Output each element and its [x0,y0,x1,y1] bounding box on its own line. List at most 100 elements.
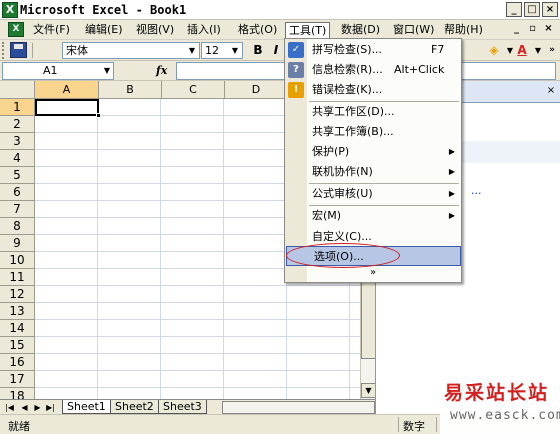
horizontal-scrollbar[interactable] [222,401,375,414]
menu-tools[interactable]: 工具(T) [285,22,331,39]
toolbar-grip[interactable] [2,42,6,59]
formula-bar: A1 ▼ fx [0,61,560,81]
maximize-button[interactable]: □ [524,2,540,17]
status-ready: 就绪 [8,420,30,433]
toolbar-options-icon[interactable]: » [544,43,560,58]
menu-item-research[interactable]: ? 信息检索(R)... Alt+Click [285,60,461,80]
row-header[interactable]: 10 [0,252,35,269]
name-box[interactable]: A1 ▼ [2,62,114,80]
menu-item-shortcut: Alt+Click [394,63,445,76]
menu-item-label: 联机协作(N) [312,165,373,178]
menu-item-formula-auditing[interactable]: 公式审核(U) ▶ [285,184,461,204]
prev-sheet-icon[interactable]: ◀ [19,401,30,414]
research-icon: ? [288,62,304,78]
row-header[interactable]: 15 [0,337,35,354]
row-header[interactable]: 11 [0,269,35,286]
fill-handle[interactable] [96,113,101,118]
sheet-tab-sheet3[interactable]: Sheet3 [158,400,207,414]
row-header[interactable]: 14 [0,320,35,337]
doc-minimize-button[interactable]: _ [510,23,523,36]
menu-item-shortcut: F7 [431,43,445,56]
watermark-title: 易采站长站 [444,382,550,404]
menu-data[interactable]: 数据(D) [338,22,383,39]
column-header[interactable]: B [99,81,162,99]
select-all-corner[interactable] [0,81,35,99]
watermark-url: www.easck.com [450,408,560,423]
menu-insert[interactable]: 插入(I) [184,22,224,39]
row-header[interactable]: 17 [0,371,35,388]
menu-window[interactable]: 窗口(W) [390,22,437,39]
status-num-mode: 数字 [403,420,425,433]
column-header[interactable]: C [162,81,225,99]
status-separator [398,417,399,432]
italic-button[interactable]: I [268,43,284,58]
column-header[interactable]: D [225,81,288,99]
submenu-arrow-icon: ▶ [448,211,455,220]
excel-app-icon[interactable]: X [2,2,18,18]
column-header[interactable]: A [35,81,99,99]
menu-item-label: 公式审核(U) [312,187,373,200]
menu-item-shared-workspace[interactable]: 共享工作区(D)... [285,102,461,122]
row-header[interactable]: 9 [0,235,35,252]
annotation-ellipse [286,243,400,268]
menu-item-macro[interactable]: 宏(M) ▶ [285,206,461,226]
menu-item-online-collaboration[interactable]: 联机协作(N) ▶ [285,162,461,182]
row-header[interactable]: 7 [0,201,35,218]
row-header[interactable]: 8 [0,218,35,235]
menu-edit[interactable]: 编辑(E) [82,22,126,39]
menu-format[interactable]: 格式(O) [235,22,280,39]
fill-color-icon[interactable]: ◈ [486,43,502,58]
next-sheet-icon[interactable]: ▶ [32,401,43,414]
menu-item-label: 信息检索(R)... [312,63,383,76]
formatting-toolbar: 宋体 ▼ 12 ▼ B I ◈ ▼ A ▼ » [0,40,560,61]
menu-item-share-workbook[interactable]: 共享工作簿(B)... [285,122,461,142]
row-header[interactable]: 2 [0,116,35,133]
active-cell-a1[interactable] [35,99,99,116]
close-icon[interactable]: × [545,85,557,97]
bold-button[interactable]: B [250,43,266,58]
menu-item-error-check[interactable]: ! 错误检查(K)... [285,80,461,100]
workbook-icon[interactable]: X [8,22,24,37]
menu-item-label: 保护(P) [312,145,350,158]
scroll-down-icon[interactable]: ▼ [361,383,376,398]
task-pane-link[interactable]: ... [471,184,482,197]
font-color-button[interactable]: A [514,43,530,58]
chevron-down-icon[interactable]: ▼ [104,63,110,79]
last-sheet-icon[interactable]: ▶| [45,401,56,414]
sheet-tab-sheet2[interactable]: Sheet2 [110,400,159,414]
menu-file[interactable]: 文件(F) [30,22,73,39]
font-size-select[interactable]: 12 ▼ [201,42,243,59]
minimize-button[interactable]: _ [506,2,522,17]
toolbar-separator [32,43,33,58]
menu-item-label: 错误检查(K)... [312,83,383,96]
row-header[interactable]: 18 [0,388,35,399]
row-header[interactable]: 12 [0,286,35,303]
row-header[interactable]: 1 [0,99,35,116]
first-sheet-icon[interactable]: |◀ [4,401,15,414]
close-button[interactable]: × [542,2,558,17]
menu-view[interactable]: 视图(V) [133,22,177,39]
sheet-tab-sheet1[interactable]: Sheet1 [62,400,111,414]
menu-item-label: 共享工作簿(B)... [312,125,394,138]
menu-item-spellcheck[interactable]: ✓ 拼写检查(S)... F7 [285,40,461,60]
expand-menu-icon[interactable]: » [285,264,461,282]
submenu-arrow-icon: ▶ [448,147,455,156]
row-header[interactable]: 5 [0,167,35,184]
doc-close-button[interactable]: × [542,23,555,36]
menu-item-label: 拼写检查(S)... [312,43,383,56]
doc-restore-button[interactable]: ▫ [526,23,539,36]
menu-item-protection[interactable]: 保护(P) ▶ [285,142,461,162]
row-header[interactable]: 13 [0,303,35,320]
font-name-value: 宋体 [66,44,88,57]
name-box-value: A1 [43,64,58,77]
row-header[interactable]: 4 [0,150,35,167]
row-header[interactable]: 6 [0,184,35,201]
insert-function-button[interactable]: fx [156,64,167,77]
save-icon[interactable] [10,42,27,58]
menu-item-label: 宏(M) [312,209,342,222]
submenu-arrow-icon: ▶ [448,167,455,176]
menu-help[interactable]: 帮助(H) [441,22,486,39]
row-header[interactable]: 3 [0,133,35,150]
font-name-select[interactable]: 宋体 ▼ [62,42,200,59]
row-header[interactable]: 16 [0,354,35,371]
